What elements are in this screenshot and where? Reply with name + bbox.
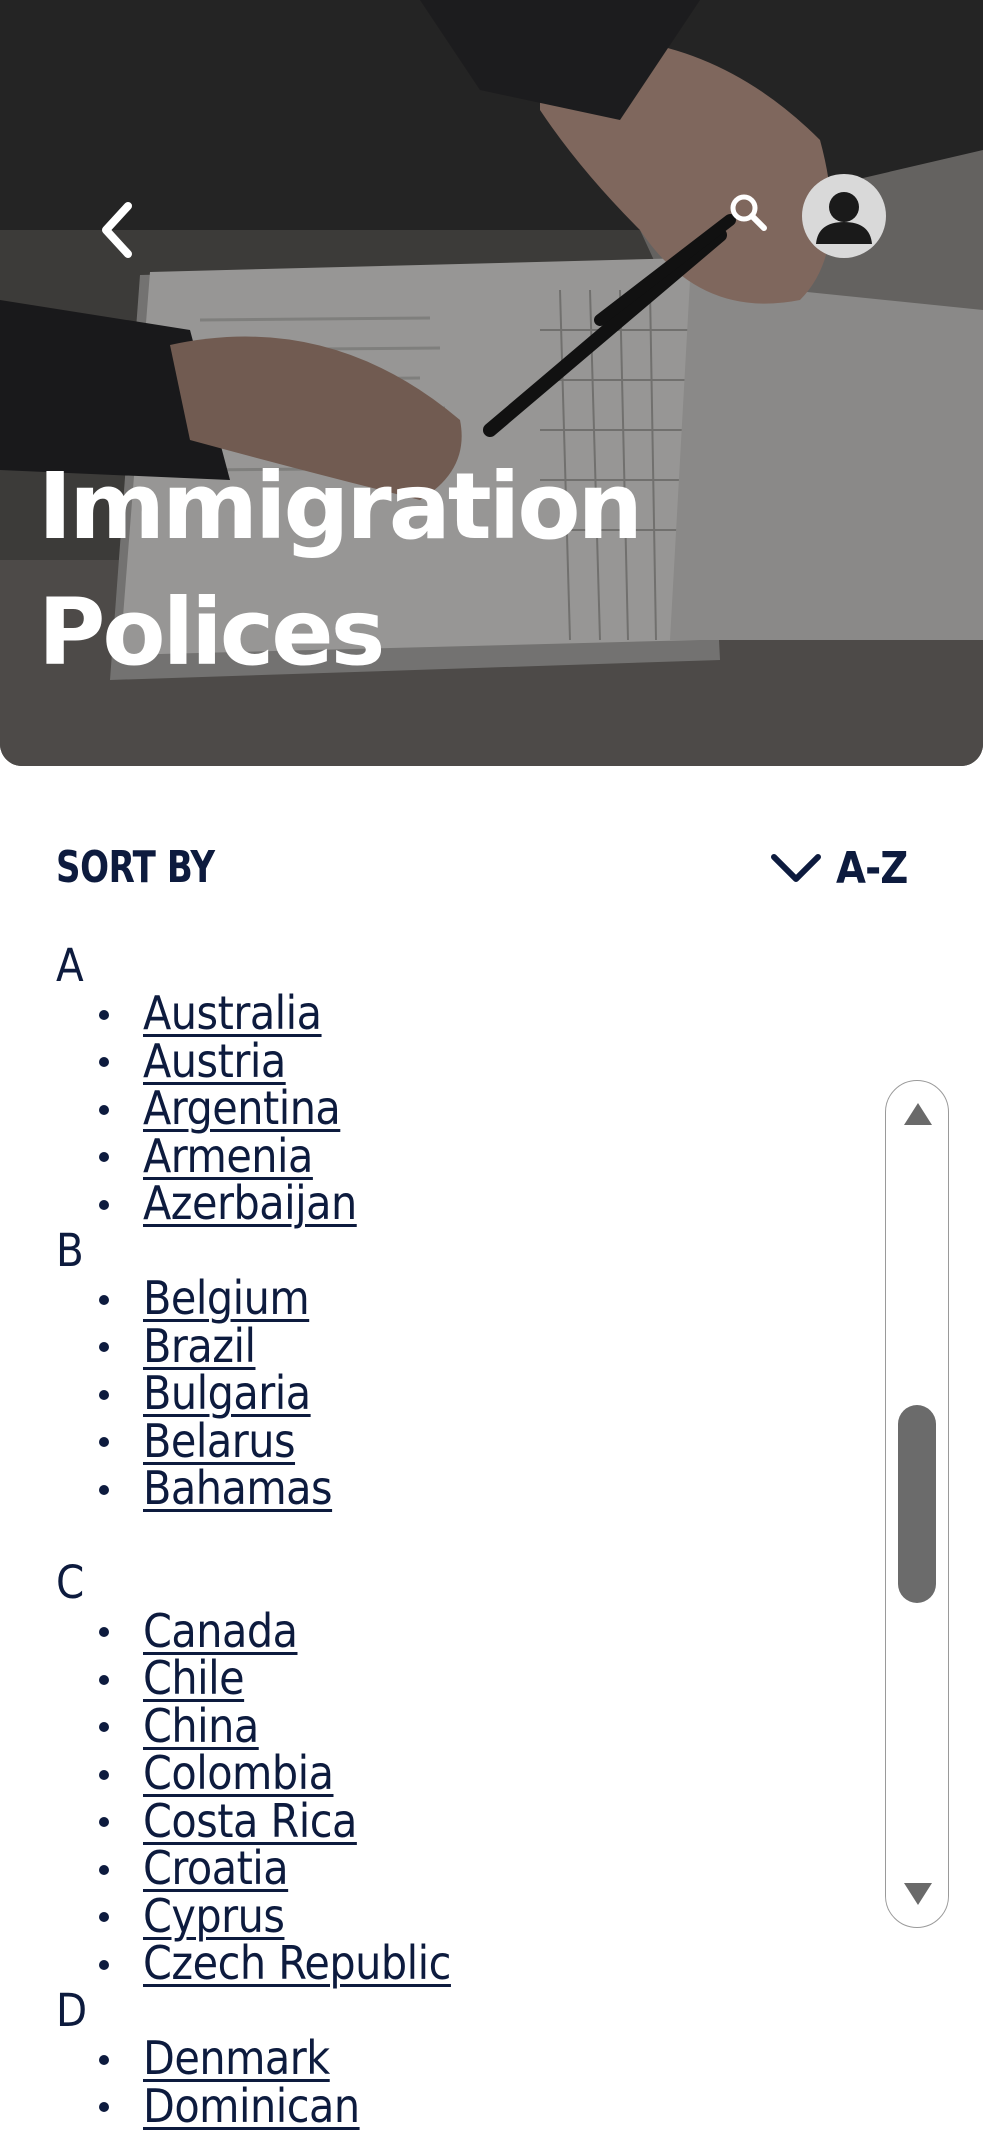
country-link[interactable]: Belarus bbox=[143, 1414, 296, 1468]
country-link[interactable]: Bulgaria bbox=[143, 1366, 311, 1420]
search-button[interactable] bbox=[726, 190, 772, 236]
list-item: Czech Republic bbox=[56, 1936, 876, 1990]
country-link[interactable]: Cyprus bbox=[143, 1889, 285, 1943]
sort-value: A-Z bbox=[836, 842, 908, 894]
country-link[interactable]: Australia bbox=[143, 986, 322, 1040]
scroll-up-arrow-icon[interactable] bbox=[904, 1103, 932, 1125]
group-list-a: Australia Austria Argentina Armenia Azer… bbox=[56, 986, 876, 1230]
list-item: Bahamas bbox=[56, 1461, 876, 1515]
list-item: Brazil bbox=[56, 1319, 876, 1373]
group-list-d: Denmark Dominican bbox=[56, 2031, 876, 2133]
country-link[interactable]: Armenia bbox=[143, 1129, 313, 1183]
list-item: China bbox=[56, 1699, 876, 1753]
list-item: Colombia bbox=[56, 1746, 876, 1800]
list-item: Belarus bbox=[56, 1414, 876, 1468]
list-item: Belgium bbox=[56, 1271, 876, 1325]
list-item: Canada bbox=[56, 1604, 876, 1658]
list-item: Australia bbox=[56, 986, 876, 1040]
page-title-line-2: Polices bbox=[38, 579, 385, 686]
group-letter-d: D bbox=[56, 1983, 88, 2037]
list-item: Austria bbox=[56, 1034, 876, 1088]
sort-dropdown[interactable]: A-Z bbox=[770, 838, 917, 898]
list-item: Chile bbox=[56, 1651, 876, 1705]
group-list-c: Canada Chile China Colombia Costa Rica C… bbox=[56, 1604, 876, 1990]
country-link[interactable]: Brazil bbox=[143, 1319, 256, 1373]
list-item: Denmark bbox=[56, 2031, 876, 2085]
user-avatar-button[interactable] bbox=[802, 174, 886, 258]
group-letter-a: A bbox=[56, 938, 84, 992]
country-link[interactable]: Croatia bbox=[143, 1841, 289, 1895]
scroll-down-arrow-icon[interactable] bbox=[904, 1883, 932, 1905]
sort-by-label: SORT BY bbox=[56, 842, 215, 893]
chevron-left-icon bbox=[102, 202, 132, 258]
list-item: Argentina bbox=[56, 1081, 876, 1135]
country-link[interactable]: Argentina bbox=[143, 1081, 341, 1135]
list-item: Costa Rica bbox=[56, 1794, 876, 1848]
country-link[interactable]: Colombia bbox=[143, 1746, 334, 1800]
back-button[interactable] bbox=[86, 190, 146, 270]
group-list-b: Belgium Brazil Bulgaria Belarus Bahamas bbox=[56, 1271, 876, 1515]
list-item: Armenia bbox=[56, 1129, 876, 1183]
country-link[interactable]: Dominican bbox=[143, 2079, 360, 2133]
country-link[interactable]: Canada bbox=[143, 1604, 298, 1658]
country-link[interactable]: China bbox=[143, 1699, 259, 1753]
list-item: Dominican bbox=[56, 2079, 876, 2133]
country-link[interactable]: Czech Republic bbox=[143, 1936, 451, 1990]
scrollbar[interactable] bbox=[885, 1080, 949, 1928]
page-title-line-1: Immigration bbox=[38, 453, 643, 560]
country-link[interactable]: Denmark bbox=[143, 2031, 330, 2085]
group-letter-c: C bbox=[56, 1556, 85, 1610]
country-link[interactable]: Chile bbox=[143, 1651, 245, 1705]
country-link[interactable]: Azerbaijan bbox=[143, 1176, 357, 1230]
country-list: A Australia Austria Argentina Armenia Az… bbox=[56, 938, 876, 2133]
group-letter-b: B bbox=[56, 1223, 84, 1277]
scroll-thumb[interactable] bbox=[898, 1405, 936, 1603]
list-item: Croatia bbox=[56, 1841, 876, 1895]
country-link[interactable]: Austria bbox=[143, 1034, 286, 1088]
page-title: Immigration Polices bbox=[38, 444, 643, 696]
list-item: Bulgaria bbox=[56, 1366, 876, 1420]
user-avatar-icon bbox=[816, 192, 872, 244]
country-link[interactable]: Bahamas bbox=[143, 1461, 333, 1515]
search-icon bbox=[730, 194, 767, 231]
country-link[interactable]: Costa Rica bbox=[143, 1794, 357, 1848]
list-item: Cyprus bbox=[56, 1889, 876, 1943]
list-item: Azerbaijan bbox=[56, 1176, 876, 1230]
hero-banner: Immigration Polices bbox=[0, 0, 983, 766]
country-link[interactable]: Belgium bbox=[143, 1271, 310, 1325]
chevron-down-icon bbox=[771, 854, 821, 882]
